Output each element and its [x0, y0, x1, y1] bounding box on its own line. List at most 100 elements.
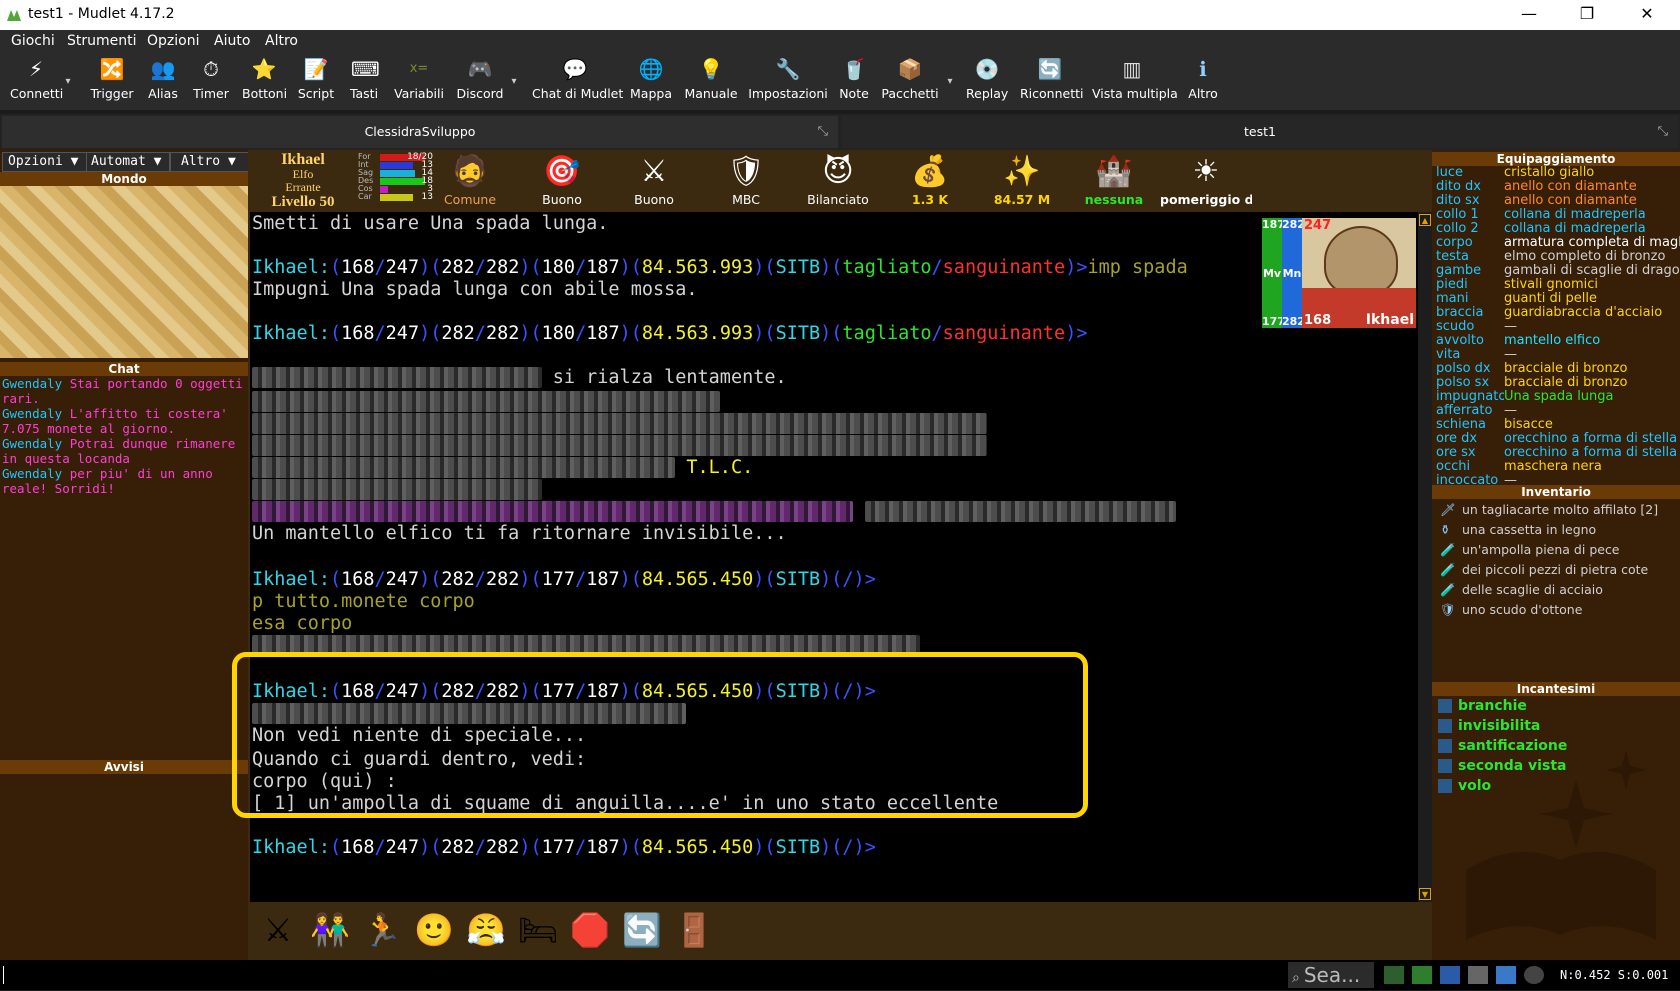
scroll-up-arrow[interactable]: ▲: [1419, 214, 1431, 226]
tray-status-text: N:0.452 S:0.001: [1560, 968, 1669, 982]
script-button[interactable]: 📝 Script: [296, 56, 336, 101]
experience-icon: ✨: [1003, 154, 1041, 189]
tray-icon[interactable]: [1440, 966, 1460, 984]
tab-clessidrasviluppo[interactable]: ClessidraSviluppo ⤡: [2, 116, 838, 148]
inventory-item[interactable]: 🗡 un tagliacarte molto affilato [2]: [1440, 502, 1658, 518]
globe-icon: 🌐: [638, 57, 664, 81]
menu-opzioni[interactable]: Opzioni: [147, 33, 199, 49]
trigger-button[interactable]: 🔀 Trigger: [88, 56, 136, 101]
menu-giochi[interactable]: Giochi: [11, 33, 55, 49]
spell-icon: [1438, 699, 1452, 713]
keyboard-icon: ⌨: [351, 57, 380, 81]
flee-icon[interactable]: 🏃: [360, 908, 404, 952]
replay-button[interactable]: 💿 Replay: [966, 56, 1008, 101]
tray-icon[interactable]: [1468, 966, 1488, 984]
portrait-name: Ikhael: [1365, 312, 1414, 328]
multiview-icon: ▥: [1122, 57, 1142, 81]
bottoni-button[interactable]: ⭐ Bottoni: [242, 56, 287, 101]
undock-icon[interactable]: ⤡: [1658, 116, 1668, 148]
refresh-icon[interactable]: 🔄: [620, 908, 664, 952]
connetti-dropdown-arrow[interactable]: ▾: [62, 76, 74, 87]
main-toolbar: ⚡ Connetti ▾ 🔀 Trigger 👥 Alias ⏱ Timer ⭐…: [0, 54, 1680, 110]
manuale-button[interactable]: 💡 Manuale: [684, 56, 738, 101]
prompt-line: Ikhael:(168/247)(282/282)(180/187)(84.56…: [252, 257, 1188, 278]
vista-multipla-button[interactable]: ▥ Vista multipla: [1092, 56, 1178, 101]
status-race-icon: 🧔 Comune: [443, 154, 497, 207]
mappa-button[interactable]: 🌐 Mappa: [628, 56, 674, 101]
menu-altro[interactable]: Altro: [265, 33, 298, 49]
search-box[interactable]: ⌕ Sea...: [1288, 962, 1374, 988]
menu-strumenti[interactable]: Strumenti: [67, 33, 137, 49]
chat-line: Gwendaly L'affitto ti costera' 7.075 mon…: [2, 406, 228, 436]
item-icon: 🧪: [1440, 542, 1456, 557]
discord-icon: 🎮: [467, 57, 493, 81]
alignment-icon: 🎯: [543, 154, 581, 189]
riconnetti-button[interactable]: 🔄 Riconnetti: [1020, 56, 1084, 101]
note-button[interactable]: 🥤 Note: [838, 56, 870, 101]
redacted-line: XXXXXXXXXXXXXXXXXXXXXXXXXX: [252, 478, 542, 502]
variabili-button[interactable]: x= Variabili: [393, 56, 445, 101]
door-icon[interactable]: 🚪: [672, 908, 716, 952]
close-window-button[interactable]: ✕: [1624, 0, 1670, 30]
chat-window[interactable]: Gwendaly Stai portando 0 oggetti rari. G…: [0, 376, 248, 756]
inventory-item[interactable]: 🧪 delle scaglie di acciaio: [1440, 582, 1603, 598]
item-icon: 🛡: [1440, 602, 1456, 617]
spell-icon: [1438, 719, 1452, 733]
inventory-item[interactable]: ⚱ una cassetta in legno: [1440, 522, 1596, 537]
item-icon: ⚱: [1440, 522, 1451, 537]
tray-icon[interactable]: [1524, 966, 1544, 984]
world-image: [0, 186, 248, 358]
menu-bar: Giochi Strumenti Opzioni Aiuto Altro: [0, 30, 1680, 54]
angry-icon[interactable]: 😤: [464, 908, 508, 952]
inventory-item[interactable]: 🛡 uno scudo d'ottone: [1440, 602, 1582, 618]
stop-icon[interactable]: 🛑: [568, 908, 612, 952]
menu-aiuto[interactable]: Aiuto: [214, 33, 250, 49]
taskbar: ⌕ Sea... N:0.452 S:0.001: [0, 960, 1680, 990]
time-icon: ☀: [1192, 154, 1220, 189]
minimize-button[interactable]: —: [1506, 0, 1552, 30]
status-balance-icon: 😈 Bilanciato: [807, 154, 869, 207]
maximize-button[interactable]: ❐: [1564, 0, 1610, 30]
inventory-item[interactable]: 🧪 dei piccoli pezzi di pietra cote: [1440, 562, 1648, 578]
smile-icon[interactable]: 🙂: [412, 908, 456, 952]
opzioni-dropdown[interactable]: Opzioni ▼: [2, 152, 87, 172]
connetti-button[interactable]: ⚡ Connetti: [10, 56, 63, 101]
character-class: Errante: [285, 180, 321, 194]
console-scrollbar[interactable]: ▲ ▼: [1418, 212, 1432, 902]
attack-icon[interactable]: ⚔: [256, 908, 300, 952]
left-dropdown-row: Opzioni ▼ Automat ▼ Altro ▼: [0, 152, 252, 172]
stat-bars: For 18/20 Int 13 Sag 14 Des 18 Cos 3 Car 13: [358, 153, 433, 202]
timer-button[interactable]: ⏱ Timer: [191, 56, 231, 101]
cup-icon: 🥤: [841, 57, 867, 81]
tray-icon[interactable]: [1412, 966, 1432, 984]
chat-di-mudlet-button[interactable]: 💬 Chat di Mudlet: [532, 56, 623, 101]
tasti-button[interactable]: ⌨ Tasti: [346, 56, 382, 101]
redacted-line: XXXXXXXXXXXXXXXXXXXXXXXXXXXXXXXXXXXXXXXX…: [252, 390, 720, 414]
altro-dropdown[interactable]: Altro ▼: [170, 152, 252, 172]
race-icon: 🧔: [451, 154, 489, 189]
impostazioni-button[interactable]: 🔧 Impostazioni: [748, 56, 828, 101]
profile-tab-bar: ClessidraSviluppo ⤡ test1 ⤡: [0, 114, 1680, 150]
pacchetti-dropdown-arrow[interactable]: ▾: [944, 76, 956, 87]
console-line: Smetti di usare Una spada lunga.: [252, 213, 609, 234]
discord-button[interactable]: 🎮 Discord: [456, 56, 504, 101]
undock-icon[interactable]: ⤡: [818, 116, 828, 148]
stat-bar-car: Car 13: [358, 192, 433, 202]
discord-dropdown-arrow[interactable]: ▾: [508, 76, 520, 87]
tray-icon[interactable]: [1384, 966, 1404, 984]
inventory-item[interactable]: 🧪 un'ampolla piena di pece: [1440, 542, 1620, 558]
stopwatch-icon: ⏱: [203, 57, 219, 81]
chat-line: Gwendaly Stai portando 0 oggetti rari.: [2, 376, 243, 406]
tray-icon[interactable]: [1496, 966, 1516, 984]
disc-icon: 💿: [974, 57, 1000, 81]
altro-button[interactable]: ℹ Altro: [1186, 56, 1220, 101]
group-icon[interactable]: 👫: [308, 908, 352, 952]
automat-dropdown[interactable]: Automat ▼: [86, 152, 170, 172]
pacchetti-button[interactable]: 📦 Pacchetti: [880, 56, 940, 101]
tab-test1[interactable]: test1 ⤡: [842, 116, 1678, 148]
console-line: XXXXXXXXXXXXXXXXXXXXXXXXXX si rialza len…: [252, 366, 787, 390]
sleep-icon[interactable]: 🛏: [516, 908, 560, 952]
redacted-line: XXXXXXXXXXXXXXXXXXXXXXXXXXXXXXXXXXXXXXXX…: [252, 500, 1177, 524]
alias-button[interactable]: 👥 Alias: [144, 56, 182, 101]
scroll-down-arrow[interactable]: ▼: [1419, 888, 1431, 900]
